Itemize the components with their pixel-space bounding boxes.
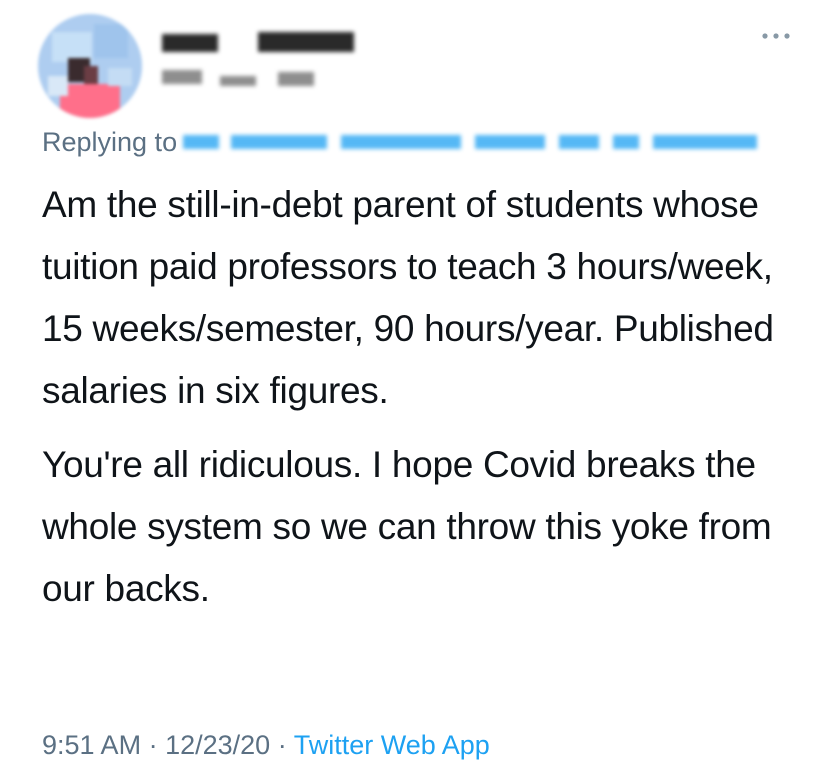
meta-separator: · bbox=[148, 730, 158, 760]
tweet-paragraph-2: You're all ridiculous. I hope Covid brea… bbox=[42, 444, 772, 609]
more-horizontal-icon bbox=[760, 32, 792, 40]
more-options-button[interactable] bbox=[756, 24, 796, 48]
tweet-time[interactable]: 9:51 AM bbox=[42, 730, 141, 760]
replying-to-label: Replying to bbox=[42, 126, 178, 157]
tweet-source-link[interactable]: Twitter Web App bbox=[294, 730, 490, 760]
tweet-paragraph-1: Am the still-in-debt parent of students … bbox=[42, 184, 774, 411]
tweet-date[interactable]: 12/23/20 bbox=[165, 730, 270, 760]
tweet-metadata: 9:51 AM · 12/23/20 · Twitter Web App bbox=[42, 730, 490, 761]
meta-separator: · bbox=[277, 730, 287, 760]
reply-handles-redacted[interactable] bbox=[183, 131, 773, 153]
author-name-redacted[interactable] bbox=[162, 28, 382, 98]
avatar[interactable] bbox=[38, 14, 142, 118]
tweet-text: Am the still-in-debt parent of students … bbox=[42, 174, 802, 632]
replying-to: Replying to bbox=[42, 124, 773, 160]
tweet: Replying to Am the still-in-debt parent … bbox=[0, 0, 828, 783]
